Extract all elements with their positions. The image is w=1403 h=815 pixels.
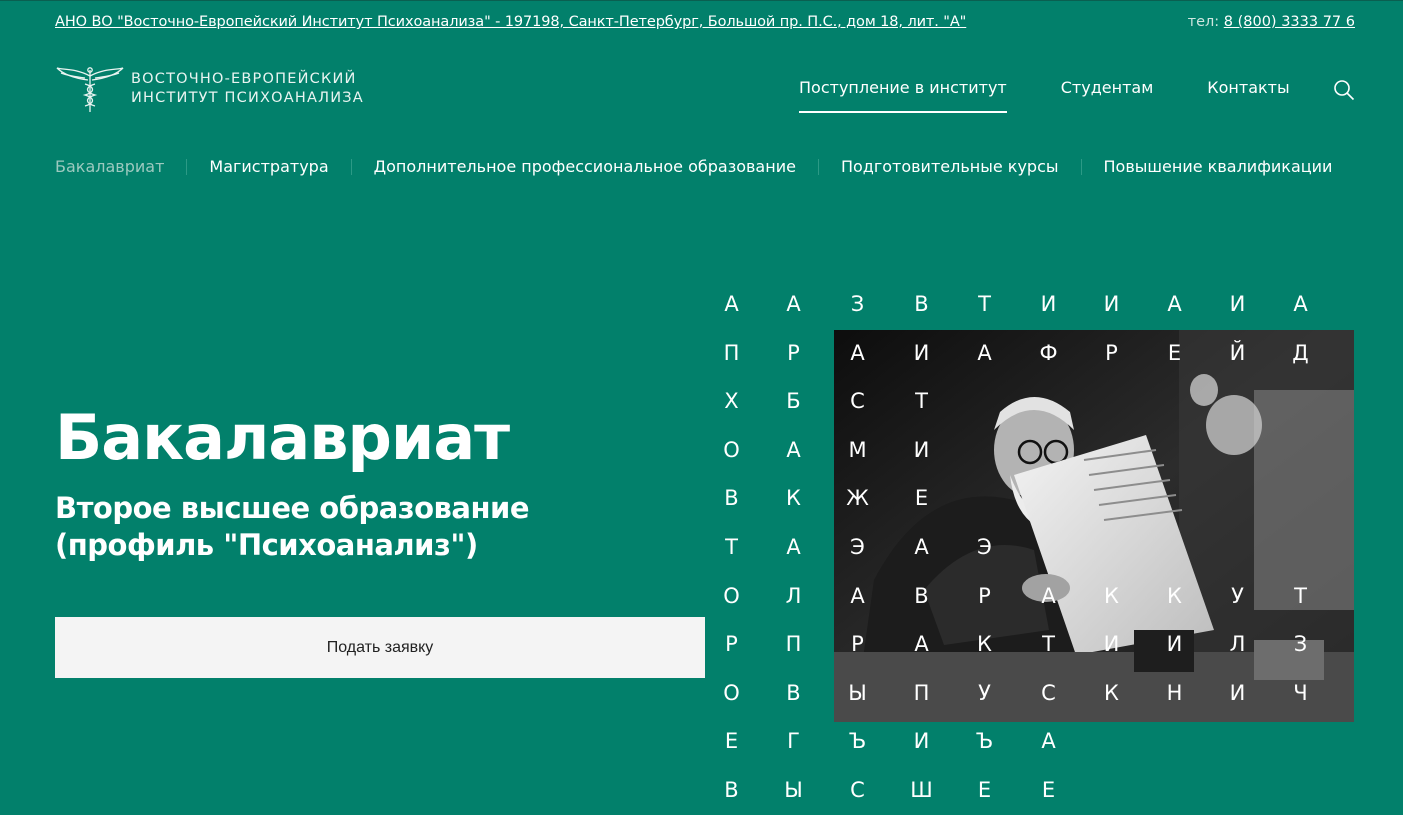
subnav-bachelor[interactable]: Бакалавриат bbox=[55, 157, 164, 176]
grid-letter: К bbox=[786, 486, 802, 511]
grid-letter: В bbox=[724, 486, 740, 511]
grid-letter: Ъ bbox=[975, 729, 995, 754]
subnav-master[interactable]: Магистратура bbox=[209, 157, 328, 176]
grid-letter: И bbox=[913, 729, 931, 754]
address-link[interactable]: АНО ВО "Восточно-Европейский Институт Пс… bbox=[55, 14, 966, 30]
grid-letter: В bbox=[914, 292, 930, 316]
grid-letter: Ъ bbox=[848, 729, 868, 754]
grid-letter: Р bbox=[725, 632, 739, 657]
grid-letter: А bbox=[1293, 292, 1309, 316]
grid-letter: В bbox=[786, 680, 802, 705]
grid-letter: Б bbox=[786, 389, 802, 414]
grid-letter: О bbox=[723, 583, 741, 608]
subnav-divider bbox=[817, 158, 819, 175]
grid-letter: Х bbox=[724, 389, 740, 414]
subnav-qualification[interactable]: Повышение квалификации bbox=[1104, 157, 1333, 176]
grid-letter: О bbox=[723, 680, 741, 705]
grid-letter: А bbox=[724, 292, 740, 316]
hero-title: Бакалавриат bbox=[55, 401, 510, 474]
winged-caduceus-logo-icon bbox=[56, 67, 124, 112]
subnav-additional-education[interactable]: Дополнительное профессиональное образова… bbox=[374, 157, 796, 176]
grid-letter: И bbox=[1103, 292, 1121, 316]
logo-line-1: ВОСТОЧНО-ЕВРОПЕЙСКИЙ bbox=[131, 71, 357, 87]
grid-letter: А bbox=[1167, 292, 1183, 316]
nav-students[interactable]: Студентам bbox=[1061, 78, 1154, 113]
grid-letter: Г bbox=[787, 729, 801, 754]
grid-letter: Ы bbox=[784, 778, 804, 802]
subnav-prep-courses[interactable]: Подготовительные курсы bbox=[841, 157, 1059, 176]
apply-button[interactable]: Подать заявку bbox=[55, 617, 705, 678]
top-divider bbox=[0, 0, 1403, 1]
grid-letter: Т bbox=[978, 292, 992, 316]
grid-letter: В bbox=[724, 778, 740, 802]
hero-subtitle: Второе высшее образование (профиль "Псих… bbox=[55, 491, 530, 562]
grid-letter: Т bbox=[725, 535, 739, 559]
grid-letter: А bbox=[786, 292, 802, 316]
logo-text: ВОСТОЧНО-ЕВРОПЕЙСКИЙ ИНСТИТУТ ПСИХОАНАЛИ… bbox=[131, 70, 364, 108]
subnav-divider bbox=[350, 158, 352, 175]
grid-letter: Е bbox=[1041, 778, 1057, 802]
grid-letter: А bbox=[1041, 729, 1057, 754]
phone-block: тел: 8 (800) 3333 77 6 bbox=[1188, 14, 1355, 30]
search-icon[interactable] bbox=[1333, 79, 1355, 101]
phone-label: тел: bbox=[1187, 14, 1220, 30]
grid-letter: Р bbox=[787, 340, 801, 365]
nav-contacts[interactable]: Контакты bbox=[1207, 78, 1289, 113]
grid-letter: Л bbox=[785, 583, 803, 608]
grid-letter: Ш bbox=[910, 778, 934, 802]
subnav-divider bbox=[186, 158, 188, 175]
site-logo[interactable]: ВОСТОЧНО-ЕВРОПЕЙСКИЙ ИНСТИТУТ ПСИХОАНАЛИ… bbox=[55, 64, 364, 114]
nav-admission[interactable]: Поступление в институт bbox=[799, 78, 1007, 113]
grid-letter: П bbox=[723, 340, 741, 365]
grid-letter: И bbox=[1229, 292, 1247, 316]
hero-photo bbox=[834, 330, 1354, 722]
phone-link[interactable]: 8 (800) 3333 77 6 bbox=[1224, 14, 1355, 30]
grid-letter: П bbox=[785, 632, 803, 657]
hero-photo-image bbox=[834, 330, 1354, 722]
grid-letter: О bbox=[723, 437, 741, 462]
logo-line-2: ИНСТИТУТ ПСИХОАНАЛИЗА bbox=[131, 90, 364, 106]
subnav-divider bbox=[1080, 158, 1082, 175]
grid-letter: Е bbox=[977, 778, 993, 802]
grid-letter: З bbox=[850, 292, 866, 316]
main-nav: Поступление в институт Студентам Контакт… bbox=[799, 78, 1344, 113]
grid-letter: А bbox=[786, 437, 802, 462]
grid-letter: А bbox=[786, 535, 802, 559]
program-subnav: Бакалавриат Магистратура Дополнительное … bbox=[55, 157, 1332, 176]
grid-letter: С bbox=[850, 778, 866, 802]
grid-letter: И bbox=[1040, 292, 1058, 316]
grid-letter: Е bbox=[724, 729, 740, 754]
